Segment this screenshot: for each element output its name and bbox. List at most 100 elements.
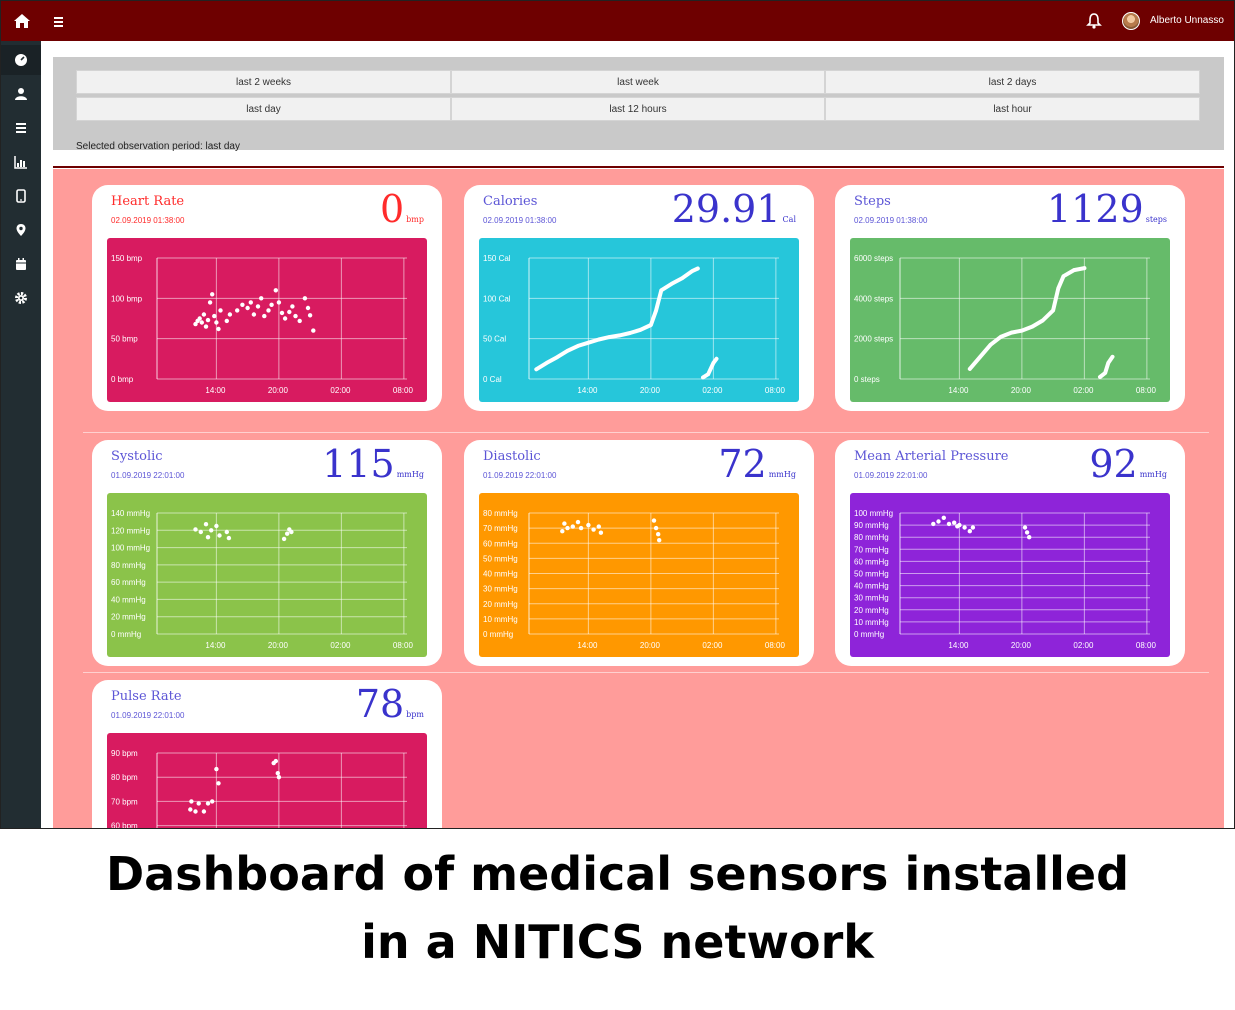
period-button-last-2-days[interactable]: last 2 days xyxy=(825,70,1200,94)
y-tick-label: 80 mmHg xyxy=(483,509,518,518)
data-point xyxy=(1072,268,1076,272)
user-name[interactable]: Alberto Unnasso xyxy=(1150,15,1224,26)
bell-icon[interactable] xyxy=(1085,12,1103,30)
card-systolic[interactable]: Systolic 01.09.2019 22:01:00 115 mmHg 140 mm… xyxy=(92,440,442,666)
y-tick-label: 40 mmHg xyxy=(854,582,889,591)
chart-plot: 140 mmHg 120 mmHg 100 mmHg 80 mmHg 60 mmHg 40… xyxy=(107,493,427,657)
data-point xyxy=(199,320,204,325)
y-tick-label: 30 mmHg xyxy=(483,585,518,594)
y-tick-label: 50 mmHg xyxy=(854,570,889,579)
mobile-device-icon xyxy=(16,189,26,203)
data-point xyxy=(957,522,962,528)
chart-svg: 6000 steps 4000 steps 2000 steps 0 steps 14:… xyxy=(854,254,1156,395)
data-point xyxy=(638,328,643,332)
card-heart-rate[interactable]: Heart Rate 02.09.2019 01:38:00 0 bmp 150 bmp… xyxy=(92,185,442,411)
sidebar-item-device[interactable] xyxy=(1,181,41,211)
data-point xyxy=(276,300,282,305)
sensor-dashboard: Heart Rate 02.09.2019 01:38:00 0 bmp 150 bmp… xyxy=(53,169,1224,828)
data-point xyxy=(1110,355,1115,359)
avatar[interactable] xyxy=(1122,12,1140,30)
period-filter-panel: last 2 weeks last week last 2 days last … xyxy=(53,57,1224,152)
sidebar-item-calendar[interactable] xyxy=(1,249,41,279)
chart-plot: 6000 steps 4000 steps 2000 steps 0 steps 14:… xyxy=(850,238,1170,402)
data-point xyxy=(576,344,580,348)
data-point xyxy=(266,308,271,313)
data-point xyxy=(196,801,201,806)
data-point xyxy=(1098,375,1102,379)
card-title: Steps xyxy=(854,194,891,209)
card-value-unit: bpm xyxy=(406,710,424,719)
y-tick-label: 0 steps xyxy=(854,375,880,384)
x-tick-label: 02:00 xyxy=(1073,641,1094,650)
card-mean-arterial-pressure[interactable]: Mean Arterial Pressure 01.09.2019 22:01:0… xyxy=(835,440,1185,666)
home-icon[interactable] xyxy=(13,12,31,30)
data-point xyxy=(226,535,232,541)
section-divider xyxy=(53,166,1224,168)
x-tick-label: 08:00 xyxy=(1136,641,1157,650)
data-point xyxy=(290,304,295,309)
x-tick-label: 20:00 xyxy=(640,641,661,650)
data-point xyxy=(999,334,1003,339)
data-point xyxy=(575,519,581,525)
card-steps[interactable]: Steps 02.09.2019 01:38:00 1129 steps 6000 st… xyxy=(835,185,1185,411)
data-point xyxy=(978,355,982,359)
y-tick-label: 2000 steps xyxy=(854,335,893,344)
card-timestamp: 01.09.2019 22:01:00 xyxy=(483,471,557,480)
y-tick-label: 60 mmHg xyxy=(854,557,889,566)
data-point xyxy=(235,308,240,313)
data-point xyxy=(198,529,203,535)
chart-plot: 90 bpm 80 bpm 70 bpm 60 bpm 50 bpm 40 bpm 14:0… xyxy=(107,733,427,828)
y-tick-label: 60 mmHg xyxy=(483,539,518,548)
data-point xyxy=(293,313,298,319)
figure-caption: Dashboard of medical sensors installed i… xyxy=(0,840,1235,976)
data-point xyxy=(212,313,217,319)
card-value: 0 bmp xyxy=(380,187,424,231)
data-point xyxy=(968,367,972,371)
data-point xyxy=(281,536,287,542)
card-calories[interactable]: Calories 02.09.2019 01:38:00 29.91 Cal 150 C… xyxy=(464,185,814,411)
data-point xyxy=(711,361,716,365)
gear-icon xyxy=(15,292,27,304)
data-point xyxy=(203,324,209,329)
chart-plot: 80 mmHg 70 mmHg 60 mmHg 50 mmHg 40 mmHg 30 mm… xyxy=(479,493,799,657)
top-navbar: Alberto Unnasso xyxy=(1,1,1234,41)
hamburger-menu-icon[interactable] xyxy=(51,12,69,30)
period-button-last-12-hours[interactable]: last 12 hours xyxy=(451,97,825,121)
data-point xyxy=(207,300,213,305)
data-point xyxy=(656,532,661,537)
dashboard-screenshot: Alberto Unnasso last 2 weeks last week l… xyxy=(0,0,1235,829)
chart-svg: 150 Cal 100 Cal 50 Cal 0 Cal 14:00 20:00 02:00… xyxy=(483,254,785,395)
card-diastolic[interactable]: Diastolic 01.09.2019 22:01:00 72 mmHg 80 mmH… xyxy=(464,440,814,666)
card-value-unit: mmHg xyxy=(396,470,424,479)
y-tick-label: 50 Cal xyxy=(483,335,506,344)
data-point xyxy=(586,340,591,345)
period-button-last-day[interactable]: last day xyxy=(76,97,451,121)
y-tick-label: 4000 steps xyxy=(854,294,893,303)
y-tick-label: 10 mmHg xyxy=(483,615,518,624)
card-timestamp: 01.09.2019 22:01:00 xyxy=(111,711,185,720)
y-tick-label: 50 mmHg xyxy=(483,554,518,563)
y-tick-label: 6000 steps xyxy=(854,254,893,263)
card-pulse-rate[interactable]: Pulse Rate 01.09.2019 22:01:00 78 bpm 90 bpm… xyxy=(92,680,442,828)
card-value-unit: mmHg xyxy=(768,470,796,479)
sidebar-item-list[interactable] xyxy=(1,113,41,143)
sidebar-item-user[interactable] xyxy=(1,79,41,109)
data-point xyxy=(251,312,257,317)
data-point xyxy=(1020,328,1024,333)
sidebar-item-map[interactable] xyxy=(1,215,41,245)
x-tick-label: 20:00 xyxy=(268,386,289,395)
period-button-last-hour[interactable]: last hour xyxy=(825,97,1200,121)
data-point xyxy=(690,269,695,273)
y-tick-label: 140 mmHg xyxy=(111,509,150,518)
period-button-last-week[interactable]: last week xyxy=(451,70,825,94)
sidebar-item-dashboard[interactable] xyxy=(1,45,41,75)
data-point xyxy=(245,305,250,311)
period-button-last-2-weeks[interactable]: last 2 weeks xyxy=(76,70,451,94)
data-point xyxy=(607,335,611,339)
sidebar-item-chart[interactable] xyxy=(1,147,41,177)
y-tick-label: 100 bmp xyxy=(111,294,143,303)
data-point xyxy=(305,305,311,311)
y-tick-label: 70 bpm xyxy=(111,797,138,806)
x-tick-label: 14:00 xyxy=(577,386,598,395)
sidebar-item-settings[interactable] xyxy=(1,283,41,313)
